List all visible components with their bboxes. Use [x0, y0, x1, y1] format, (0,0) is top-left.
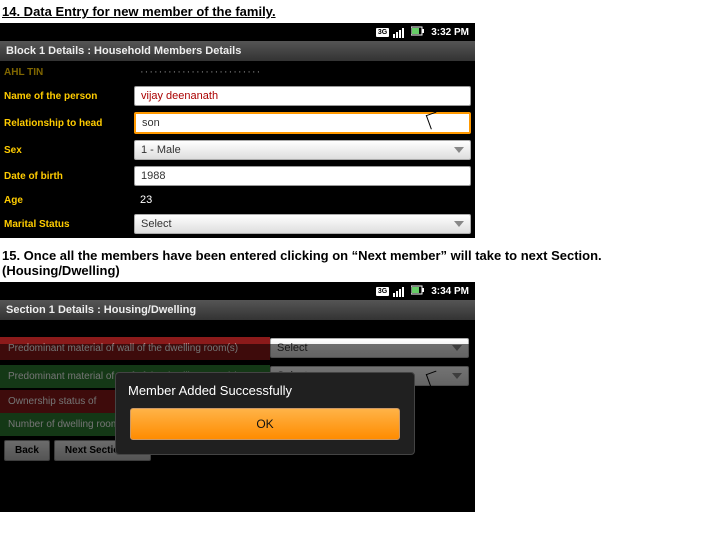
- input-relationship[interactable]: son: [134, 112, 471, 134]
- 3g-icon: 3G: [376, 287, 389, 296]
- label-sex: Sex: [4, 145, 134, 156]
- ok-button[interactable]: OK: [130, 408, 400, 440]
- row-ahl-tin: AHL TIN ··························: [0, 61, 475, 83]
- row-sex: Sex 1 - Male: [0, 137, 475, 163]
- select-marital[interactable]: Select: [134, 214, 471, 234]
- caption-2: 15. Once all the members have been enter…: [0, 244, 720, 282]
- label-relationship: Relationship to head: [4, 118, 134, 129]
- signal-icon: [393, 285, 407, 297]
- clock-time: 3:34 PM: [431, 286, 469, 297]
- screen-title: Block 1 Details : Household Members Deta…: [0, 41, 475, 61]
- status-bar: 3G 3:34 PM: [0, 282, 475, 300]
- signal-icon: [393, 26, 407, 38]
- chevron-down-icon: [454, 221, 464, 227]
- label-age: Age: [4, 195, 134, 206]
- row-age: Age 23: [0, 189, 475, 211]
- screen-title: Section 1 Details : Housing/Dwelling: [0, 300, 475, 320]
- dialog-member-added: Member Added Successfully OK: [115, 372, 415, 455]
- screen-2: 3G 3:34 PM Section 1 Details : Housing/D…: [0, 282, 475, 512]
- status-bar: 3G 3:32 PM: [0, 23, 475, 41]
- chevron-down-icon: [454, 147, 464, 153]
- row-dob: Date of birth 1988: [0, 163, 475, 189]
- clock-time: 3:32 PM: [431, 27, 469, 38]
- screen-1: 3G 3:32 PM Block 1 Details : Household M…: [0, 23, 475, 238]
- 3g-icon: 3G: [376, 28, 389, 37]
- row-relationship: Relationship to head son: [0, 109, 475, 137]
- dialog-title: Member Added Successfully: [116, 373, 414, 408]
- row-name: Name of the person vijay deenanath: [0, 83, 475, 109]
- battery-icon: [411, 285, 425, 298]
- label-name: Name of the person: [4, 91, 134, 102]
- row-marital: Marital Status Select: [0, 211, 475, 237]
- input-name[interactable]: vijay deenanath: [134, 86, 471, 106]
- label-marital: Marital Status: [4, 219, 134, 230]
- select-sex-value: 1 - Male: [141, 144, 181, 156]
- label-dob: Date of birth: [4, 171, 134, 182]
- value-ahl-tin: ··························: [134, 64, 471, 80]
- battery-icon: [411, 26, 425, 39]
- input-dob[interactable]: 1988: [134, 166, 471, 186]
- value-age: 23: [134, 192, 471, 208]
- select-sex[interactable]: 1 - Male: [134, 140, 471, 160]
- label-ahl-tin: AHL TIN: [4, 67, 134, 78]
- select-marital-value: Select: [141, 218, 172, 230]
- caption-1: 14. Data Entry for new member of the fam…: [0, 0, 720, 23]
